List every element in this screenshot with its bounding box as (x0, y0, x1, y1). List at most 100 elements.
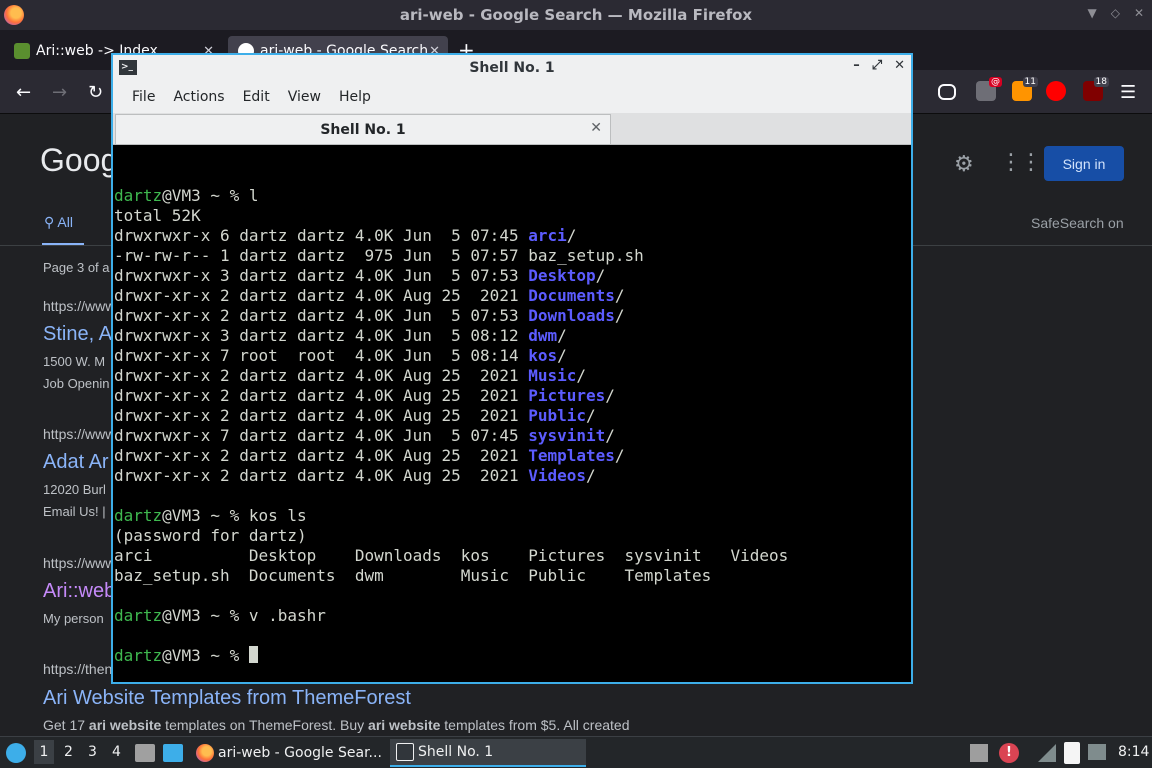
terminal-text: / (557, 326, 567, 345)
terminal-text: drwxr-xr-x 2 dartz dartz 4.0K Aug 25 202… (114, 406, 529, 425)
ublock-icon[interactable]: 18 (1083, 77, 1109, 101)
terminal-icon: >_ (119, 60, 137, 75)
directory-name: dwm (528, 326, 558, 345)
display-tray-icon[interactable] (1088, 744, 1106, 760)
terminal-text: drwxrwxr-x 3 dartz dartz 4.0K Jun 5 08:1… (114, 326, 529, 345)
konsole-window-controls: – ⤢ ✕ (853, 58, 905, 73)
task-firefox[interactable]: ari-web - Google Sear... (190, 739, 386, 767)
reload-icon[interactable]: ↻ (88, 82, 103, 103)
directory-name: Downloads (528, 306, 615, 325)
minimize-icon[interactable]: ▼ (1087, 6, 1096, 20)
terminal-text: arci Desktop Downloads kos Pictures sysv… (114, 546, 789, 565)
forward-arrow-icon[interactable]: → (52, 82, 67, 103)
konsole-tab[interactable]: Shell No. 1 ✕ (115, 114, 611, 144)
result-url[interactable]: https://then (43, 661, 112, 677)
result-url[interactable]: https://www (43, 298, 115, 314)
konsole-tab-label: Shell No. 1 (320, 121, 406, 138)
close-icon[interactable]: ✕ (894, 58, 905, 73)
result-title[interactable]: Stine, A (43, 323, 112, 346)
directory-name: arci (528, 226, 567, 245)
task-shell[interactable]: Shell No. 1 (390, 739, 586, 767)
network-tray-icon[interactable] (1038, 744, 1056, 762)
terminal-text: / (586, 406, 596, 425)
alert-tray-icon[interactable]: ! (999, 743, 1019, 763)
result-snippet: Email Us! | (43, 504, 106, 519)
konsole-titlebar[interactable]: >_ Shell No. 1 – ⤢ ✕ (113, 55, 911, 81)
terminal-text: drwxr-xr-x 2 dartz dartz 4.0K Aug 25 202… (114, 386, 529, 405)
firefox-window-title: ari-web - Google Search — Mozilla Firefo… (399, 6, 753, 24)
result-url[interactable]: https://www (43, 555, 115, 571)
terminal-text: drwxrwxr-x 3 dartz dartz 4.0K Jun 5 07:5… (114, 266, 529, 285)
terminal-text: / (614, 286, 625, 305)
extension-orange-icon[interactable]: 11 (1012, 77, 1038, 101)
workspace-1[interactable]: 1 (34, 740, 54, 764)
restore-icon[interactable]: ◇ (1111, 6, 1120, 20)
terminal-text: baz_setup.sh Documents dwm Music Public … (114, 566, 712, 585)
terminal-text: (password for dartz) (114, 526, 307, 545)
pocket-icon[interactable] (938, 84, 956, 100)
firefox-logo-icon (196, 744, 214, 762)
youtube-icon[interactable] (1046, 81, 1066, 101)
terminal-text: / (595, 266, 606, 285)
sign-in-button[interactable]: Sign in (1044, 146, 1124, 181)
desktop: ari-web - Google Search — Mozilla Firefo… (0, 0, 1152, 768)
prompt-user: dartz (114, 186, 163, 205)
workspace-4[interactable]: 4 (112, 744, 121, 760)
clipboard-tray-icon[interactable] (1064, 742, 1080, 764)
show-desktop-icon[interactable] (163, 744, 183, 762)
menu-view[interactable]: View (279, 89, 330, 105)
terminal-line: drwxr-xr-x 7 root root 4.0K Jun 5 08:14 … (114, 346, 911, 366)
konsole-menubar: File Actions Edit View Help (113, 81, 911, 113)
back-arrow-icon[interactable]: ← (16, 82, 31, 103)
terminal-text: / (576, 366, 587, 385)
terminal-text: / (557, 346, 567, 365)
menu-actions[interactable]: Actions (164, 89, 233, 105)
directory-name: Music (528, 366, 577, 385)
settings-gear-icon[interactable]: ⚙ (954, 152, 978, 177)
result-snippet: My person (43, 611, 104, 626)
update-tray-icon[interactable] (970, 744, 988, 762)
hamburger-menu-icon[interactable]: ☰ (1120, 82, 1136, 103)
directory-name: Public (528, 406, 587, 425)
terminal-line: drwxr-xr-x 2 dartz dartz 4.0K Jun 5 07:5… (114, 306, 911, 326)
minimize-icon[interactable]: – (853, 58, 860, 73)
result-title[interactable]: Adat Ar (43, 451, 109, 474)
terminal-text: drwxr-xr-x 2 dartz dartz 4.0K Aug 25 202… (114, 446, 529, 465)
menu-edit[interactable]: Edit (234, 89, 279, 105)
terminal-line: drwxrwxr-x 3 dartz dartz 4.0K Jun 5 08:1… (114, 326, 911, 346)
result-url[interactable]: https://www (43, 426, 115, 442)
workspace-2[interactable]: 2 (64, 744, 73, 760)
menu-help[interactable]: Help (330, 89, 380, 105)
terminal-text: total 52K (114, 206, 201, 225)
terminal-line: drwxrwxr-x 7 dartz dartz 4.0K Jun 5 07:4… (114, 426, 911, 446)
terminal-text: drwxrwxr-x 6 dartz dartz 4.0K Jun 5 07:4… (114, 226, 529, 245)
tab-close-icon[interactable]: ✕ (590, 120, 602, 136)
clock[interactable]: 8:14 (1118, 744, 1149, 760)
terminal-line: drwxr-xr-x 2 dartz dartz 4.0K Aug 25 202… (114, 446, 911, 466)
google-logo[interactable]: Goog (40, 142, 118, 179)
terminal-output[interactable]: dartz@VM3 ~ % l total 52K drwxrwxr-x 6 dar… (113, 145, 911, 682)
app-launcher-icon[interactable] (6, 743, 26, 763)
terminal-text: / (614, 306, 625, 325)
maximize-icon[interactable]: ⤢ (872, 58, 882, 73)
result-snippet: 1500 W. M (43, 354, 106, 369)
menu-file[interactable]: File (123, 89, 164, 105)
terminal-text: drwxr-xr-x 2 dartz dartz 4.0K Jun 5 07:5… (114, 306, 529, 325)
terminal-line: drwxrwxr-x 6 dartz dartz 4.0K Jun 5 07:4… (114, 226, 911, 246)
terminal-line: baz_setup.sh Documents dwm Music Public … (114, 566, 911, 586)
workspace-3[interactable]: 3 (88, 744, 97, 760)
result-title[interactable]: Ari::web (43, 580, 115, 603)
close-icon[interactable]: ✕ (1134, 6, 1144, 20)
firefox-logo-icon (4, 5, 24, 25)
file-manager-icon[interactable] (135, 744, 155, 762)
result-title[interactable]: Ari Website Templates from ThemeForest (43, 687, 411, 710)
directory-name: Videos (528, 466, 587, 485)
safesearch-toggle[interactable]: SafeSearch on (1031, 215, 1124, 231)
extension-badge-icon[interactable]: @ (976, 77, 1002, 101)
terminal-line: drwxr-xr-x 2 dartz dartz 4.0K Aug 25 202… (114, 406, 911, 426)
search-tab-all[interactable]: ⚲ All (44, 214, 73, 231)
directory-name: kos (528, 346, 558, 365)
terminal-text: / (586, 466, 596, 485)
terminal-text: -rw-rw-r-- 1 dartz dartz 975 Jun 5 07:57… (114, 246, 644, 265)
